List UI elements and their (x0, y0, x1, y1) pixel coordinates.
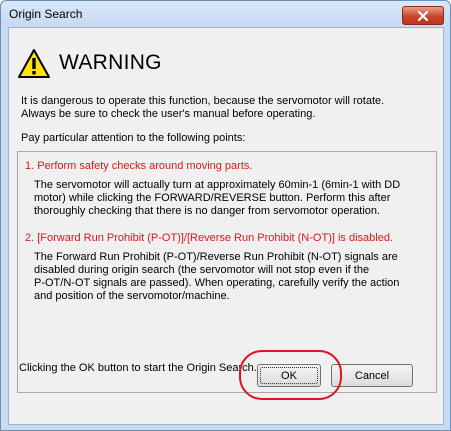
point-1-text: The servomotor will actually turn at app… (34, 179, 401, 217)
warning-header: WARNING (17, 45, 162, 81)
point-1-heading: 1. Perform safety checks around moving p… (25, 160, 253, 172)
start-instruction: Clicking the OK button to start the Orig… (19, 362, 257, 374)
safety-points-box: 1. Perform safety checks around moving p… (17, 151, 437, 393)
warning-heading: WARNING (59, 51, 162, 74)
warning-triangle-icon (18, 48, 50, 78)
title-bar[interactable]: Origin Search (1, 1, 450, 26)
warning-intro: It is dangerous to operate this function… (21, 95, 385, 120)
window-title: Origin Search (9, 7, 83, 21)
cancel-label: Cancel (354, 369, 390, 382)
cancel-button[interactable]: Cancel (331, 364, 413, 387)
point-2-heading: 2. [Forward Run Prohibit (P-OT)]/[Revers… (25, 232, 394, 244)
ok-button-highlight-circle (239, 350, 342, 400)
close-icon (418, 10, 428, 21)
close-button[interactable] (402, 6, 444, 25)
attention-text: Pay particular attention to the followin… (21, 132, 246, 144)
origin-search-dialog: Origin Search WARNING It is dangerous to… (0, 0, 451, 431)
point-2-text: The Forward Run Prohibit (P-OT)/Reverse … (34, 251, 400, 302)
